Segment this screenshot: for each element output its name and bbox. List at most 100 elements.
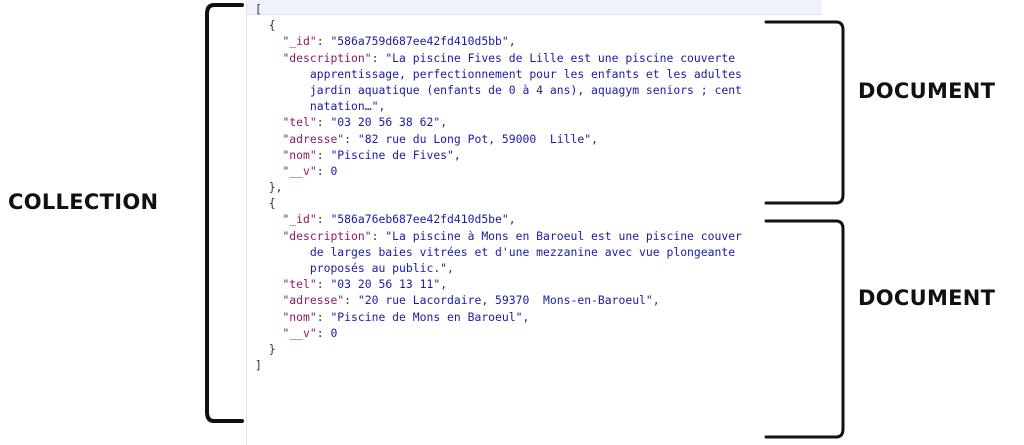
json-punct: : [316, 309, 331, 324]
json-line: "_id": "586a759d687ee42fd410d5bb", [255, 33, 742, 49]
json-key: "__v" [282, 163, 317, 178]
json-line: "adresse": "20 rue Lacordaire, 59370 Mon… [255, 292, 742, 308]
json-viewer-pane: [ { "_id": "586a759d687ee42fd410d5bb", "… [246, 0, 822, 445]
json-punct: : [316, 325, 331, 340]
json-punct: } [268, 341, 276, 356]
json-line: natation…", [255, 98, 742, 114]
json-line: apprentissage, perfectionnement pour les… [255, 66, 742, 82]
json-punct: , [440, 115, 448, 130]
json-line: jardin aquatique (enfants de 0 à 4 ans),… [255, 82, 742, 98]
json-punct: , [522, 309, 530, 324]
json-punct: : [316, 115, 331, 130]
json-punct: { [268, 196, 276, 211]
json-value: "20 rue Lacordaire, 59370 Mons-en-Baroeu… [357, 293, 653, 308]
json-line: } [255, 341, 742, 357]
json-punct: : [316, 34, 331, 49]
json-key: "adresse" [282, 131, 345, 146]
json-value: 0 [330, 163, 338, 178]
json-value: natation…" [309, 99, 379, 114]
json-punct: , [378, 99, 386, 114]
json-line: "description": "La piscine Fives de Lill… [255, 50, 742, 66]
json-line: de larges baies vitrées et d'une mezzani… [255, 244, 742, 260]
json-punct: , [447, 261, 454, 275]
json-key: "description" [282, 50, 372, 65]
json-value: "La piscine Fives de Lille est une pisci… [385, 50, 736, 65]
json-line: proposés au public.", [255, 260, 742, 276]
json-punct: : [316, 277, 331, 292]
json-line: "description": "La piscine à Mons en Bar… [255, 228, 742, 244]
json-value: 0 [330, 325, 338, 340]
json-key: "adresse" [282, 293, 345, 308]
json-key: "_id" [282, 212, 317, 227]
json-line: ] [255, 357, 742, 373]
json-line: "_id": "586a76eb687ee42fd410d5be", [255, 211, 742, 227]
json-line: "nom": "Piscine de Fives", [255, 147, 742, 163]
json-line: "nom": "Piscine de Mons en Baroeul", [255, 309, 742, 325]
json-line: { [255, 195, 742, 211]
json-punct: }, [268, 180, 283, 195]
document-label-2: DOCUMENT [858, 286, 996, 310]
json-punct: : [371, 50, 386, 65]
json-punct: , [453, 147, 461, 162]
json-line: "tel": "03 20 56 38 62", [255, 114, 742, 130]
document-label-1: DOCUMENT [858, 79, 996, 103]
json-punct: : [316, 147, 331, 162]
json-punct: , [508, 34, 516, 49]
json-value: "Piscine de Mons en Baroeul" [330, 309, 523, 324]
json-value: "82 rue du Long Pot, 59000 Lille" [357, 131, 592, 146]
json-key: "description" [282, 228, 372, 243]
json-line: }, [255, 179, 742, 195]
json-value: "03 20 56 38 62" [330, 115, 441, 130]
json-punct: : [371, 228, 386, 243]
json-line: "__v": 0 [255, 325, 742, 341]
json-line: "__v": 0 [255, 163, 742, 179]
json-punct: { [268, 18, 276, 33]
collection-label: COLLECTION [8, 190, 159, 214]
json-punct: : [316, 163, 331, 178]
json-line: { [255, 17, 742, 33]
json-code-block: [ { "_id": "586a759d687ee42fd410d5bb", "… [255, 1, 742, 373]
json-line: "tel": "03 20 56 13 11", [255, 276, 742, 292]
json-value: jardin aquatique (enfants de 0 à 4 ans),… [309, 82, 742, 97]
json-punct: : [344, 293, 358, 308]
json-punct: , [652, 293, 660, 308]
json-key: "tel" [282, 115, 317, 130]
json-key: "_id" [282, 34, 317, 49]
json-punct: : [344, 131, 358, 146]
json-punct: , [591, 131, 598, 146]
json-value: "La piscine à Mons en Baroeul est une pi… [385, 228, 742, 243]
json-viewer-gutter [246, 0, 247, 445]
json-punct: : [316, 212, 331, 227]
json-value: "03 20 56 13 11" [330, 277, 441, 292]
json-value: proposés au public." [309, 261, 448, 275]
json-line: "adresse": "82 rue du Long Pot, 59000 Li… [255, 131, 742, 147]
json-key: "tel" [282, 277, 317, 292]
json-key: "nom" [282, 147, 317, 162]
collection-brace-path [205, 3, 244, 423]
json-key: "__v" [282, 325, 317, 340]
json-line: [ [255, 1, 742, 17]
json-punct: , [440, 277, 448, 292]
json-punct: [ [255, 2, 262, 16]
json-value: "Piscine de Fives" [330, 147, 454, 162]
json-value: apprentissage, perfectionnement pour les… [309, 66, 742, 81]
